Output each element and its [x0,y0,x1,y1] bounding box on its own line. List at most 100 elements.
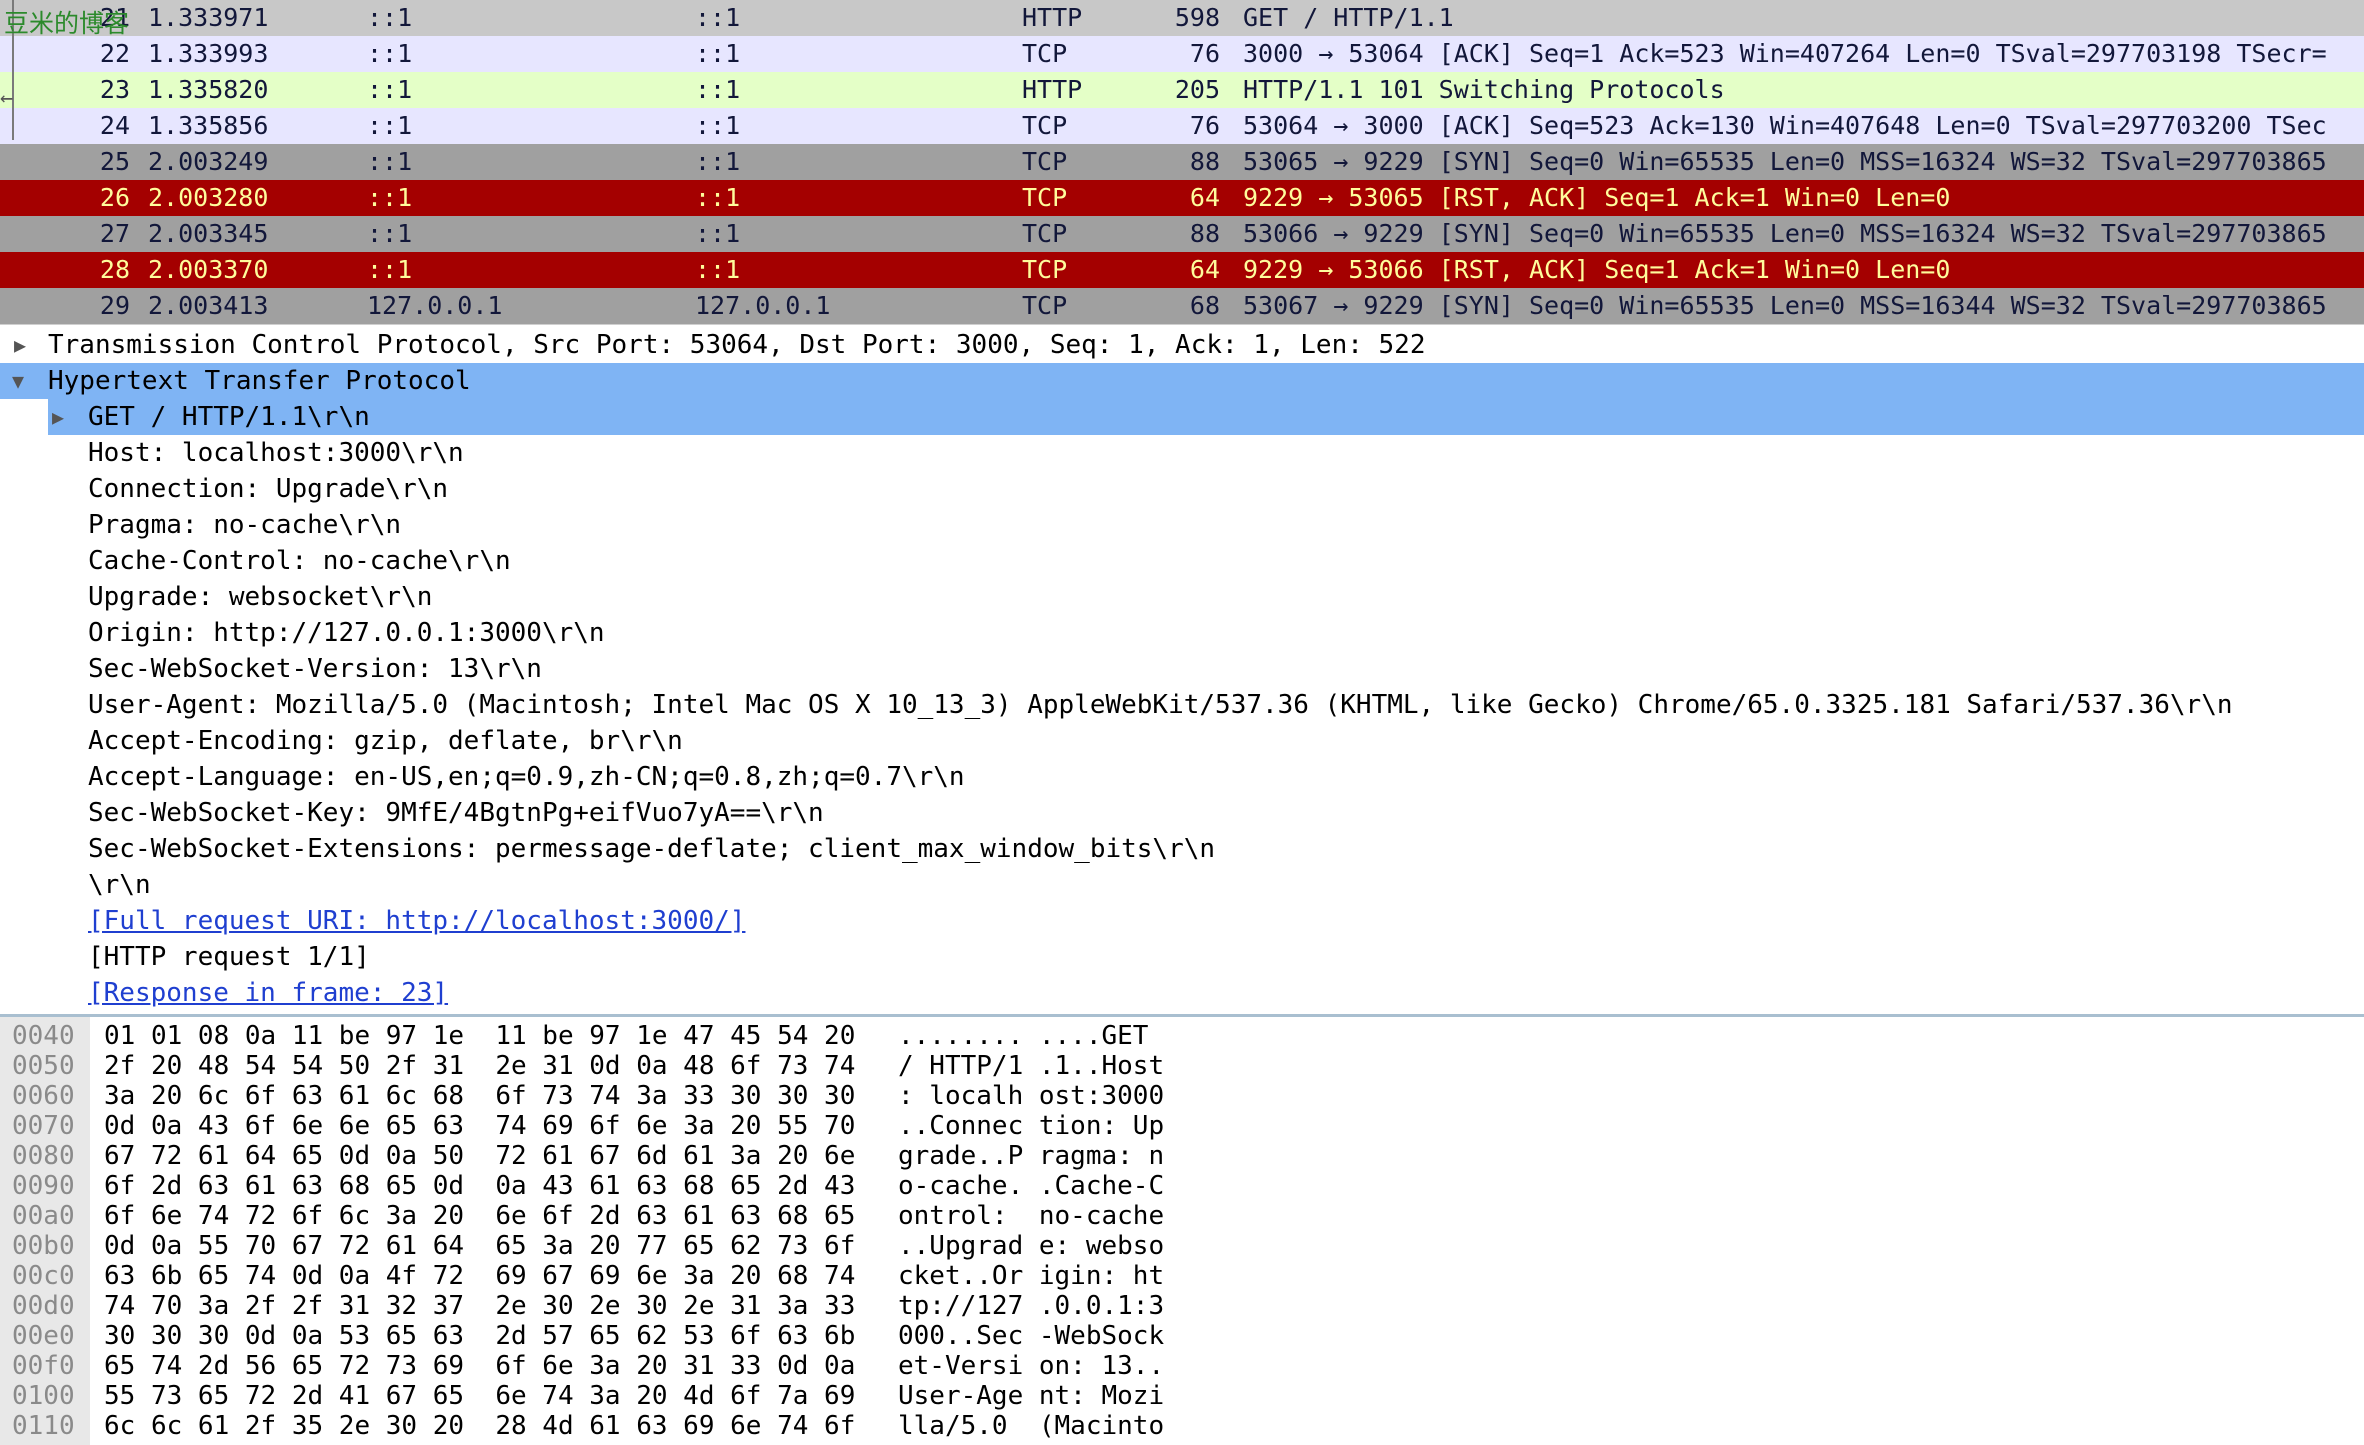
tree-item-request-count[interactable]: [HTTP request 1/1] [0,939,2364,975]
hex-offset: 00c0 [12,1261,75,1291]
hex-bytes: 67 72 61 64 65 0d 0a 50 72 61 67 6d 61 3… [104,1141,856,1171]
packet-time: 1.333993 [148,39,269,68]
tree-item-header[interactable]: Origin: http://127.0.0.1:3000\r\n [0,615,2364,651]
packet-row[interactable]: 22 1.333993::1::1 TCP 76 3000 → 53064 [ACK] … [0,36,2364,72]
packet-destination: ::1 [695,219,741,248]
hex-row[interactable]: 0070 0d 0a 43 6f 6e 6e 65 63 74 69 6f 6e … [0,1111,2364,1141]
hex-row[interactable]: 00d0 74 70 3a 2f 2f 31 32 37 2e 30 2e 30 … [0,1291,2364,1321]
packet-info: 9229 → 53065 [RST, ACK] Seq=1 Ack=1 Win=… [1243,183,1951,212]
tree-item-label: Accept-Language: en-US,en;q=0.9,zh-CN;q=… [88,762,965,792]
hex-row[interactable]: 0090 6f 2d 63 61 63 68 65 0d 0a 43 61 63 … [0,1171,2364,1201]
hex-offset: 0050 [12,1051,75,1081]
hex-offset: 00e0 [12,1321,75,1351]
packet-source: ::1 [367,219,413,248]
related-packet-arrow-icon: ← [0,86,14,111]
packet-time: 2.003280 [148,183,269,212]
collapse-triangle-icon[interactable]: ▼ [12,363,32,399]
packet-time: 2.003370 [148,255,269,284]
tree-item-header[interactable]: Upgrade: websocket\r\n [0,579,2364,615]
packet-time: 2.003249 [148,147,269,176]
tree-item-header[interactable]: Cache-Control: no-cache\r\n [0,543,2364,579]
expand-triangle-icon[interactable]: ▶ [14,327,34,363]
hex-offset: 00b0 [12,1231,75,1261]
packet-protocol: TCP [1022,255,1068,284]
hex-row[interactable]: 00f0 65 74 2d 56 65 72 73 69 6f 6e 3a 20 … [0,1351,2364,1381]
packet-destination: ::1 [695,3,741,32]
packet-length: 76 [1189,39,1220,68]
packet-row[interactable]: 24 1.335856::1::1 TCP 76 53064 → 3000 [ACK] … [0,108,2364,144]
packet-source: ::1 [367,75,413,104]
packet-list-pane[interactable]: 21 1.333971::1::1 HTTP 598 GET / HTTP/1.1 22 1… [0,0,2364,324]
selection-highlight [48,399,2364,435]
ascii-bytes: : localh ost:3000 [898,1081,1165,1111]
tree-item-header[interactable]: Sec-WebSocket-Extensions: permessage-def… [0,831,2364,867]
packet-number: 29 [99,291,130,320]
packet-time: 1.335820 [148,75,269,104]
packet-number: 24 [99,111,130,140]
packet-row[interactable]: 25 2.003249::1::1 TCP 88 53065 → 9229 [SYN] … [0,144,2364,180]
full-request-uri-link[interactable]: [Full request URI: http://localhost:3000… [88,903,745,939]
hex-row[interactable]: 0060 3a 20 6c 6f 63 61 6c 68 6f 73 74 3a … [0,1081,2364,1111]
packet-row[interactable]: 21 1.333971::1::1 HTTP 598 GET / HTTP/1.1 [0,0,2364,36]
hex-row[interactable]: 0110 6c 6c 61 2f 35 2e 30 20 28 4d 61 63 … [0,1411,2364,1441]
tree-item-label: [HTTP request 1/1] [88,942,370,972]
tree-item-header[interactable]: \r\n [0,867,2364,903]
hex-offset: 0100 [12,1381,75,1411]
tree-item-http[interactable]: ▼ Hypertext Transfer Protocol [0,363,2364,399]
tree-item-header[interactable]: Pragma: no-cache\r\n [0,507,2364,543]
tree-item-header[interactable]: Sec-WebSocket-Version: 13\r\n [0,651,2364,687]
packet-number: 28 [99,255,130,284]
hex-bytes: 01 01 08 0a 11 be 97 1e 11 be 97 1e 47 4… [104,1021,856,1051]
ascii-bytes: 000..Sec -WebSock [898,1321,1165,1351]
hex-row[interactable]: 00c0 63 6b 65 74 0d 0a 4f 72 69 67 69 6e … [0,1261,2364,1291]
packet-destination: ::1 [695,147,741,176]
hex-bytes: 63 6b 65 74 0d 0a 4f 72 69 67 69 6e 3a 2… [104,1261,856,1291]
packet-info: 53066 → 9229 [SYN] Seq=0 Win=65535 Len=0… [1243,219,2327,248]
packet-row[interactable]: 27 2.003345::1::1 TCP 88 53066 → 9229 [SYN] … [0,216,2364,252]
packet-source: ::1 [367,111,413,140]
tree-item-response-frame[interactable]: [Response in frame: 23] [0,975,2364,1011]
hex-bytes: 3a 20 6c 6f 63 61 6c 68 6f 73 74 3a 33 3… [104,1081,856,1111]
tree-item-header[interactable]: Sec-WebSocket-Key: 9MfE/4BgtnPg+eifVuo7y… [0,795,2364,831]
packet-time: 2.003345 [148,219,269,248]
hex-row[interactable]: 0080 67 72 61 64 65 0d 0a 50 72 61 67 6d … [0,1141,2364,1171]
tree-item-label: Sec-WebSocket-Key: 9MfE/4BgtnPg+eifVuo7y… [88,798,824,828]
tree-item-header[interactable]: Connection: Upgrade\r\n [0,471,2364,507]
response-frame-link[interactable]: [Response in frame: 23] [88,975,448,1011]
packet-time: 1.333971 [148,3,269,32]
hex-row[interactable]: 0100 55 73 65 72 2d 41 67 65 6e 74 3a 20 … [0,1381,2364,1411]
tree-item-label: Origin: http://127.0.0.1:3000\r\n [88,618,605,648]
packet-source: ::1 [367,3,413,32]
ascii-bytes: tp://127 .0.0.1:3 [898,1291,1165,1321]
tree-item-label: User-Agent: Mozilla/5.0 (Macintosh; Inte… [88,690,2233,720]
ascii-bytes: User-Age nt: Mozi [898,1381,1165,1411]
tree-item-tcp[interactable]: ▶ Transmission Control Protocol, Src Por… [0,327,2364,363]
packet-details-pane[interactable]: ▶ Transmission Control Protocol, Src Por… [0,324,2364,1015]
packet-row[interactable]: 29 2.003413 127.0.0.1 127.0.0.1 TCP 68 53067 →… [0,288,2364,324]
tree-item-header[interactable]: User-Agent: Mozilla/5.0 (Macintosh; Inte… [0,687,2364,723]
hex-row[interactable]: 00e0 30 30 30 0d 0a 53 65 63 2d 57 65 62 … [0,1321,2364,1351]
hex-row[interactable]: 0050 2f 20 48 54 54 50 2f 31 2e 31 0d 0a … [0,1051,2364,1081]
packet-row[interactable]: 28 2.003370::1::1 TCP 64 9229 → 53066 [RST, … [0,252,2364,288]
packet-destination: ::1 [695,255,741,284]
tree-item-header[interactable]: Host: localhost:3000\r\n [0,435,2364,471]
hex-row[interactable]: 00a0 6f 6e 74 72 6f 6c 3a 20 6e 6f 2d 63 … [0,1201,2364,1231]
hex-row[interactable]: 00b0 0d 0a 55 70 67 72 61 64 65 3a 20 77 … [0,1231,2364,1261]
packet-protocol: HTTP [1022,75,1083,104]
tree-item-header[interactable]: Accept-Encoding: gzip, deflate, br\r\n [0,723,2364,759]
tree-item-request-line[interactable]: ▶ GET / HTTP/1.1\r\n [0,399,2364,435]
packet-info: HTTP/1.1 101 Switching Protocols [1243,75,1725,104]
packet-protocol: TCP [1022,183,1068,212]
packet-protocol: TCP [1022,291,1068,320]
expand-triangle-icon[interactable]: ▶ [52,399,72,435]
packet-bytes-pane[interactable]: 0040 01 01 08 0a 11 be 97 1e 11 be 97 1e … [0,1014,2364,1445]
packet-info: 3000 → 53064 [ACK] Seq=1 Ack=523 Win=407… [1243,39,2327,68]
hex-bytes: 6f 2d 63 61 63 68 65 0d 0a 43 61 63 68 6… [104,1171,856,1201]
hex-offset: 00a0 [12,1201,75,1231]
ascii-bytes: / HTTP/1 .1..Host [898,1051,1165,1081]
packet-row[interactable]: 23 1.335820::1::1 HTTP 205 HTTP/1.1 101 Swit… [0,72,2364,108]
tree-item-header[interactable]: Accept-Language: en-US,en;q=0.9,zh-CN;q=… [0,759,2364,795]
packet-row[interactable]: 26 2.003280::1::1 TCP 64 9229 → 53065 [RST, … [0,180,2364,216]
tree-item-full-uri[interactable]: [Full request URI: http://localhost:3000… [0,903,2364,939]
hex-row[interactable]: 0040 01 01 08 0a 11 be 97 1e 11 be 97 1e … [0,1021,2364,1051]
